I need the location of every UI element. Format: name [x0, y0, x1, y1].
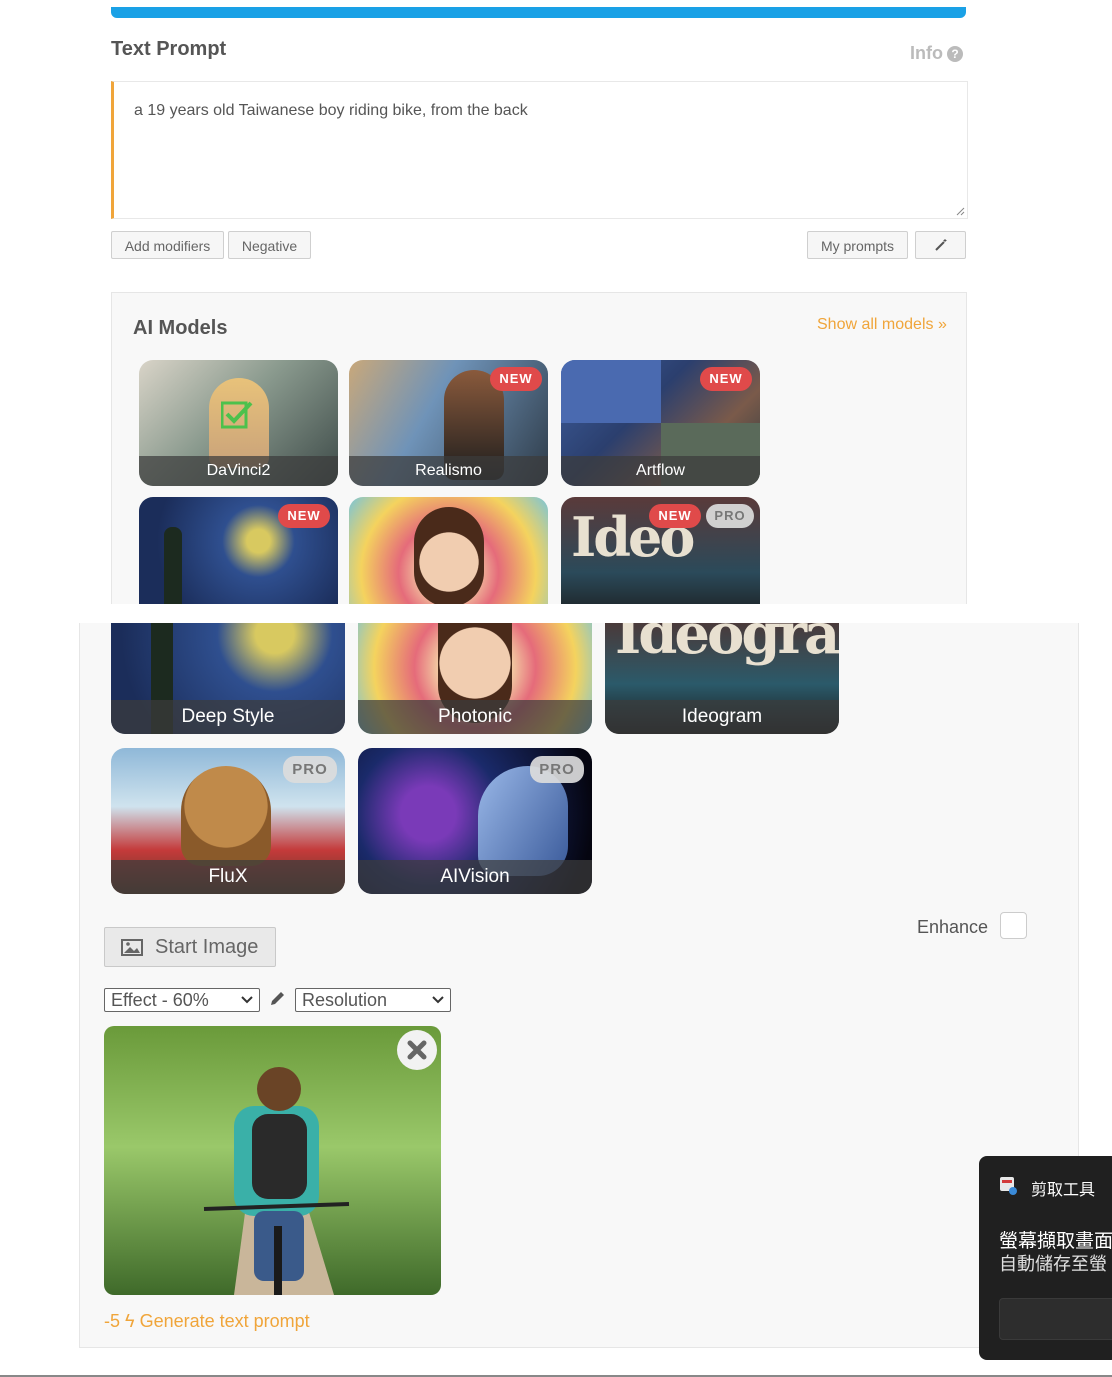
credit-cost: -5	[104, 1311, 121, 1331]
ideogram-logo-art: Ideogram	[615, 623, 839, 667]
text-prompt-title: Text Prompt	[111, 38, 227, 60]
resolution-value: Resolution	[302, 990, 388, 1010]
model-tile-ideogram[interactable]: Ideogram Ideogram	[605, 623, 839, 734]
magic-wand-icon	[934, 239, 946, 251]
pro-badge: PRO	[283, 756, 337, 783]
model-name: DaVinci2	[139, 456, 338, 486]
prompt-text: a 19 years old Taiwanese boy riding bike…	[134, 102, 528, 119]
start-image-preview	[104, 1026, 441, 1295]
screenshot-seam	[0, 604, 1112, 623]
model-name: Ideogram	[605, 700, 839, 734]
info-link[interactable]: Info?	[910, 43, 963, 64]
new-badge: NEW	[490, 367, 542, 391]
chevron-down-icon	[241, 996, 253, 1004]
close-icon	[407, 1040, 427, 1060]
pencil-icon[interactable]	[268, 990, 286, 1008]
remove-image-button[interactable]	[397, 1030, 437, 1070]
model-tile-davinci2[interactable]: DaVinci2	[139, 360, 338, 486]
add-modifiers-button[interactable]: Add modifiers	[111, 231, 224, 259]
model-tile-flux[interactable]: PRO FluX	[111, 748, 345, 894]
show-all-models-link[interactable]: Show all models »	[817, 316, 947, 334]
question-icon: ?	[947, 46, 963, 62]
collage-cell	[561, 360, 661, 423]
model-name: FluX	[111, 860, 345, 894]
model-name: Deep Style	[111, 700, 345, 734]
lightning-icon: ϟ	[125, 1311, 135, 1331]
ai-models-title: AI Models	[133, 317, 228, 339]
snipping-tool-notification[interactable]: 剪取工具 螢幕擷取畫面 自動儲存至螢	[979, 1156, 1112, 1360]
progress-bar	[111, 7, 966, 18]
model-name: Photonic	[358, 700, 592, 734]
new-badge: NEW	[700, 367, 752, 391]
resize-grip-icon[interactable]	[955, 206, 965, 216]
snipping-tool-icon	[1000, 1177, 1017, 1195]
checkbox-checked-icon	[221, 401, 253, 429]
toast-app-name: 剪取工具	[1031, 1182, 1096, 1199]
info-label: Info	[910, 43, 943, 63]
bear-shape	[181, 766, 271, 866]
start-image-label: Start Image	[155, 936, 259, 958]
generate-text-prompt-link[interactable]: -5 ϟ Generate text prompt	[104, 1311, 310, 1332]
model-name: Artflow	[561, 456, 760, 486]
enhance-checkbox[interactable]	[1000, 912, 1027, 939]
new-badge: NEW	[649, 504, 701, 528]
magic-wand-button[interactable]	[915, 231, 966, 259]
negative-button[interactable]: Negative	[228, 231, 311, 259]
prompt-textarea[interactable]: a 19 years old Taiwanese boy riding bike…	[111, 81, 968, 219]
toast-action-button[interactable]	[999, 1298, 1112, 1340]
pro-badge: PRO	[530, 756, 584, 783]
toast-message-line1: 螢幕擷取畫面	[999, 1231, 1112, 1252]
model-name: Realismo	[349, 456, 548, 486]
toast-message-line2: 自動儲存至螢	[999, 1254, 1107, 1274]
model-tile-realismo[interactable]: NEW Realismo	[349, 360, 548, 486]
generate-label: Generate text prompt	[139, 1311, 310, 1331]
model-tile-aivision[interactable]: PRO AIVision	[358, 748, 592, 894]
resolution-select[interactable]: Resolution	[295, 988, 451, 1012]
effect-value: Effect - 60%	[111, 990, 209, 1010]
new-badge: NEW	[278, 504, 330, 528]
pro-badge: PRO	[706, 504, 754, 528]
model-tile-deep-style[interactable]: Deep Style	[111, 623, 345, 734]
enhance-label: Enhance	[917, 917, 989, 937]
chevron-down-icon	[432, 996, 444, 1004]
boy-riding-bike-image	[104, 1026, 441, 1295]
model-name: AIVision	[358, 860, 592, 894]
image-icon	[121, 939, 143, 956]
effect-select[interactable]: Effect - 60%	[104, 988, 260, 1012]
double-chevron-down-icon: »	[937, 316, 947, 333]
start-image-button[interactable]: Start Image	[104, 927, 276, 967]
portrait-shape	[414, 507, 484, 607]
model-tile-artflow[interactable]: NEW Artflow	[561, 360, 760, 486]
model-tile-photonic[interactable]: Photonic	[358, 623, 592, 734]
show-all-label: Show all models	[817, 316, 934, 333]
my-prompts-button[interactable]: My prompts	[807, 231, 908, 259]
